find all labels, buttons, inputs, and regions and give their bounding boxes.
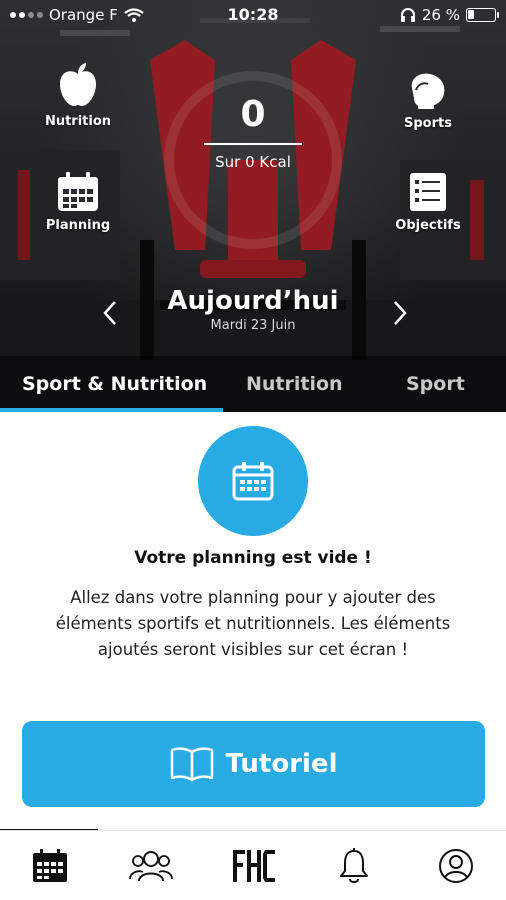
nav-notifications[interactable] <box>304 831 404 900</box>
objectives-shortcut[interactable]: Objectifs <box>378 172 478 233</box>
nav-home-logo[interactable] <box>203 831 303 900</box>
sports-shortcut[interactable]: Sports <box>378 70 478 131</box>
tab-active-indicator <box>0 408 223 412</box>
nutrition-shortcut[interactable]: Nutrition <box>28 62 128 129</box>
checklist-icon <box>410 173 446 211</box>
calendar-icon <box>33 849 67 882</box>
users-icon <box>129 851 173 882</box>
bell-icon <box>340 848 368 883</box>
calorie-value: 0 <box>240 94 266 135</box>
battery-percent: 26 % <box>421 6 460 24</box>
day-date: Mardi 23 Juin <box>210 318 296 333</box>
empty-state-description: Allez dans votre planning pour y ajouter… <box>55 588 451 659</box>
day-title: Aujourd’hui <box>167 286 339 316</box>
objectives-shortcut-label: Objectifs <box>395 218 461 233</box>
calorie-target: Sur 0 Kcal <box>215 153 291 171</box>
tab-sport-nutrition[interactable]: Sport & Nutrition <box>22 356 207 412</box>
sports-shortcut-label: Sports <box>404 116 452 131</box>
status-bar: Orange F 10:28 26 % <box>0 0 506 30</box>
tutorial-button-label: Tutoriel <box>225 749 338 779</box>
calendar-icon <box>58 172 98 211</box>
bottom-navigation <box>0 830 506 900</box>
user-icon <box>439 849 473 883</box>
calorie-divider <box>204 143 302 145</box>
nav-calendar[interactable] <box>0 831 100 900</box>
boxing-glove-icon <box>411 73 445 109</box>
empty-state-badge <box>198 426 308 536</box>
content-tabs: Sport & Nutrition Nutrition Sport <box>0 356 506 412</box>
chevron-right-icon[interactable] <box>386 298 414 328</box>
day-selector: Aujourd’hui Mardi 23 Juin <box>0 286 506 333</box>
tab-nutrition[interactable]: Nutrition <box>246 356 343 412</box>
fhc-logo <box>233 850 275 882</box>
planning-shortcut-label: Planning <box>45 218 111 233</box>
apple-icon <box>60 63 96 106</box>
calendar-icon <box>232 462 274 501</box>
planning-shortcut[interactable]: Planning <box>28 172 128 233</box>
tutorial-button-content: Tutoriel <box>22 721 485 807</box>
open-book-icon <box>170 747 213 782</box>
calorie-counter: 0 Sur 0 Kcal <box>178 95 328 171</box>
headphones-icon <box>400 8 415 22</box>
empty-state-title: Votre planning est vide ! <box>134 548 372 568</box>
tab-sport[interactable]: Sport <box>406 356 465 412</box>
tutorial-button[interactable]: Tutoriel <box>22 721 485 807</box>
status-right: 26 % <box>400 6 499 24</box>
nav-community[interactable] <box>101 831 201 900</box>
nutrition-shortcut-label: Nutrition <box>44 114 112 129</box>
nav-profile[interactable] <box>406 831 506 900</box>
battery-icon <box>466 8 499 22</box>
